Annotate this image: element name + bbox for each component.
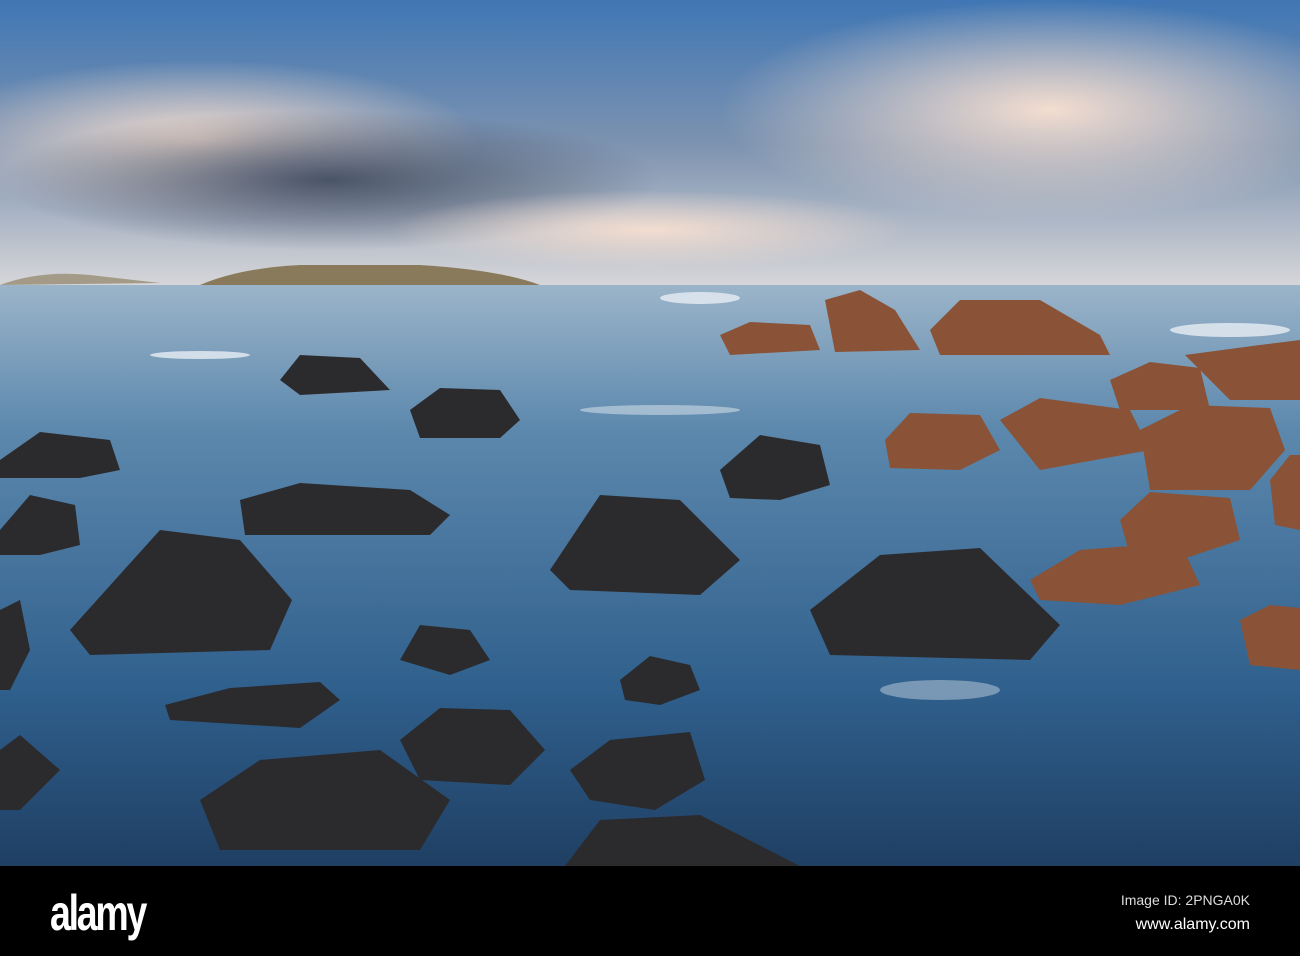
coastal-rocks-photo <box>0 0 1300 866</box>
photo-frame: alamy Image ID: 2PNGA0K www.alamy.com <box>0 0 1300 956</box>
alamy-logo: alamy <box>50 885 147 941</box>
image-id: Image ID: 2PNGA0K <box>1120 892 1250 908</box>
watermark-bar: alamy Image ID: 2PNGA0K www.alamy.com <box>0 866 1300 956</box>
cloud <box>390 190 910 270</box>
site-url: www.alamy.com <box>1135 916 1250 933</box>
